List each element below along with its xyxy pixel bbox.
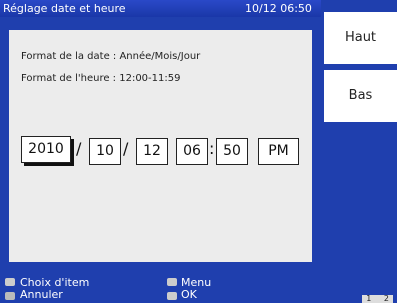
month-field[interactable]: 10 [89,138,121,165]
arrows-icon [5,278,15,286]
time-separator: : [209,139,215,158]
ok-label: OK [181,288,197,301]
menu-icon [167,278,177,286]
page-current: 1 [366,294,372,303]
window-title: Réglage date et heure [3,2,126,15]
title-bar: Réglage date et heure 10/12 06:50 [0,0,321,17]
minute-field[interactable]: 50 [216,138,248,165]
page-total: 2 [383,294,389,303]
cancel-icon [5,292,15,300]
hour-field[interactable]: 06 [176,138,208,165]
clock-display: 10/12 06:50 [245,2,312,15]
page-indicator: 1 2 [362,295,393,303]
ampm-field[interactable]: PM [258,138,299,165]
date-separator: / [76,139,82,158]
settings-panel: Format de la date : Année/Mois/Jour Form… [9,30,312,262]
cancel-label: Annuler [20,288,63,301]
time-format-text: Format de l'heure : 12:00-11:59 [21,73,181,84]
date-format-text: Format de la date : Année/Mois/Jour [21,51,201,62]
up-button[interactable]: Haut [324,12,397,64]
down-button[interactable]: Bas [324,70,397,122]
day-field[interactable]: 12 [136,138,168,165]
date-separator: / [123,139,129,158]
year-field[interactable]: 2010 [21,136,71,163]
ok-icon [167,292,177,300]
footer-bar: Choix d'item Annuler Menu OK 1 2 [0,275,397,303]
